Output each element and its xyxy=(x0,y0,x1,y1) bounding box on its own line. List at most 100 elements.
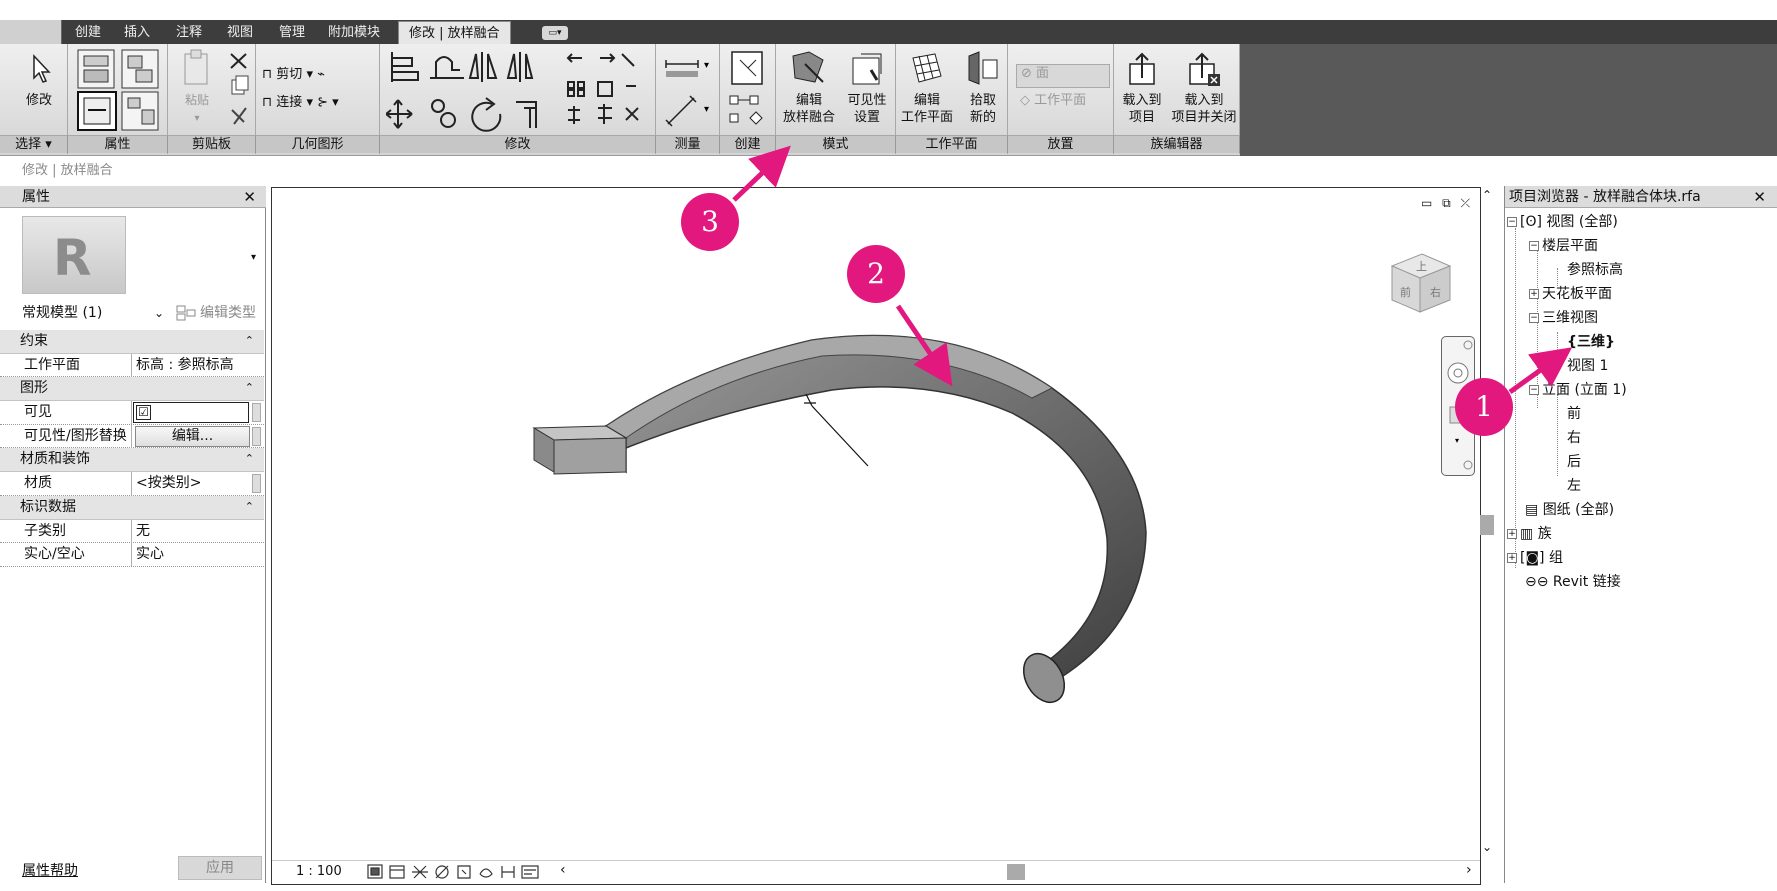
view-window-controls[interactable]: ▭ ⧉ ⤫ xyxy=(1421,196,1473,211)
groups-icon: [◙] xyxy=(1520,550,1545,566)
paste-icon xyxy=(184,49,208,85)
tab-modify-sweep-blend[interactable]: 修改 | 放样融合 xyxy=(398,21,511,45)
create-icons[interactable] xyxy=(726,48,770,132)
scroll-left-icon[interactable]: ‹ xyxy=(560,862,566,878)
project-browser-title: 项目浏览器 - 放样融合体块.rfa xyxy=(1509,189,1701,205)
property-value[interactable]: <按类别> xyxy=(133,472,251,495)
section-graphics[interactable]: 图形 ⌃ xyxy=(0,377,264,402)
properties-icons[interactable] xyxy=(76,48,162,132)
collapse-icon[interactable]: ⌃ xyxy=(245,377,254,399)
scroll-up-icon[interactable]: ⌃ xyxy=(1482,188,1492,202)
callout-2: 2 xyxy=(847,245,905,303)
measure-icons[interactable]: ▾ ▾ xyxy=(662,52,718,132)
tab-create[interactable]: 创建 xyxy=(75,24,101,44)
visible-checkbox[interactable]: ☑ xyxy=(136,405,151,421)
scrollbar[interactable] xyxy=(252,403,261,423)
ribbon-empty-area xyxy=(1240,44,1777,156)
tab-manage[interactable]: 管理 xyxy=(279,24,305,44)
collapse-icon[interactable]: − xyxy=(1529,313,1539,323)
chevron-down-icon[interactable]: ▾ xyxy=(251,252,256,263)
expand-icon[interactable]: + xyxy=(1529,289,1539,299)
pick-new-workplane-button[interactable]: 拾取 新的 xyxy=(960,50,1006,126)
scroll-down-icon[interactable]: ⌄ xyxy=(1482,840,1492,854)
modify-label: 修改 xyxy=(25,93,52,108)
edit-sweep-blend-button[interactable]: 编辑 放样融合 xyxy=(780,50,838,126)
section-materials[interactable]: 材质和装饰 ⌃ xyxy=(0,448,264,473)
scroll-right-icon[interactable]: › xyxy=(1466,862,1472,878)
callout-1: 1 xyxy=(1455,378,1513,436)
modify-tools-icons[interactable] xyxy=(386,48,652,134)
join-geometry-button[interactable]: ⊓ 连接 ▾ ⊱ ▾ xyxy=(262,94,339,112)
application-menu-button[interactable] xyxy=(0,20,62,44)
collapse-icon[interactable]: − xyxy=(1507,217,1517,227)
view-scale[interactable]: 1 : 100 xyxy=(296,864,342,879)
load-and-close-button[interactable]: 载入到 项目并关闭 xyxy=(1170,50,1238,126)
collapse-icon[interactable]: ⌃ xyxy=(245,448,254,470)
viewcube[interactable]: 上 前 右 xyxy=(1382,244,1458,320)
viewcube-top-label[interactable]: 上 xyxy=(1416,260,1427,273)
type-selector[interactable]: 常规模型 (1) xyxy=(16,301,166,325)
property-value[interactable]: 实心 xyxy=(133,543,251,566)
select-panel-title[interactable]: 选择 ▾ xyxy=(0,135,68,153)
tree-view-1[interactable]: 视图 1 xyxy=(1567,356,1608,376)
tab-addins[interactable]: 附加模块 xyxy=(328,24,380,44)
tree-3d-views[interactable]: − 三维视图 xyxy=(1529,308,1598,328)
apply-button[interactable]: 应用 xyxy=(178,856,262,880)
create-panel-title: 创建 xyxy=(720,135,776,153)
scrollbar[interactable] xyxy=(252,474,261,494)
place-on-workplane-button[interactable]: ◇ 工作平面 xyxy=(1016,92,1110,110)
property-value[interactable]: 标高 : 参照标高 xyxy=(133,354,251,377)
modify-button[interactable]: 修改 xyxy=(14,52,64,109)
section-identity-data[interactable]: 标识数据 ⌃ xyxy=(0,495,264,520)
viewcube-front-label[interactable]: 前 xyxy=(1400,285,1411,299)
tree-elevations[interactable]: − 立面 (立面 1) xyxy=(1529,380,1627,400)
viewcube-right-label[interactable]: 右 xyxy=(1430,285,1441,299)
tree-views-all[interactable]: − [ʘ] 视图 (全部) xyxy=(1507,212,1618,232)
vertical-scrollbar-thumb[interactable] xyxy=(1480,515,1494,535)
cut-geometry-button[interactable]: ⊓ 剪切 ▾ ⌁ xyxy=(262,66,325,84)
tab-view[interactable]: 视图 xyxy=(227,24,253,44)
place-on-face-button[interactable]: ⊘ 面 xyxy=(1016,64,1110,88)
collapse-icon[interactable]: ⌃ xyxy=(245,330,254,352)
close-icon[interactable]: ✕ xyxy=(1753,186,1766,208)
tree-ref-level[interactable]: 参照标高 xyxy=(1567,260,1623,280)
properties-help-link[interactable]: 属性帮助 xyxy=(22,860,78,880)
edit-type-icon xyxy=(176,305,196,321)
tree-revit-links[interactable]: ⊖⊖ Revit 链接 xyxy=(1525,572,1621,592)
tree-ceiling-plans[interactable]: + 天花板平面 xyxy=(1529,284,1612,304)
collapse-icon[interactable]: − xyxy=(1529,241,1539,251)
property-key: 子类别 xyxy=(22,519,132,543)
tree-elev-front[interactable]: 前 xyxy=(1567,404,1581,424)
tab-annotate[interactable]: 注释 xyxy=(176,24,202,44)
chevron-down-icon[interactable]: ⌄ xyxy=(154,301,164,325)
section-constraints[interactable]: 约束 ⌃ xyxy=(0,330,264,354)
horizontal-scrollbar-thumb[interactable] xyxy=(1007,864,1025,880)
tree-elev-back[interactable]: 后 xyxy=(1567,452,1581,472)
scrollbar[interactable] xyxy=(252,426,261,446)
tree-elev-left[interactable]: 左 xyxy=(1567,476,1581,496)
edit-type-button[interactable]: 编辑类型 xyxy=(172,301,264,325)
property-row: 工作平面 标高 : 参照标高 xyxy=(0,353,264,378)
tree-3d-default-view[interactable]: {三维} xyxy=(1567,332,1615,352)
tree-families[interactable]: + ▥ 族 xyxy=(1507,524,1552,544)
edit-workplane-button[interactable]: 编辑 工作平面 xyxy=(898,50,956,126)
close-icon[interactable]: ✕ xyxy=(243,186,256,208)
view-control-icons[interactable] xyxy=(366,862,556,882)
pointer-arrow-icon xyxy=(33,54,51,83)
tab-insert[interactable]: 插入 xyxy=(124,24,150,44)
contextual-tab-dropdown-icon[interactable]: ▭▾ xyxy=(542,26,568,40)
expand-icon[interactable]: + xyxy=(1507,553,1517,563)
tree-sheets[interactable]: ▤ 图纸 (全部) xyxy=(1525,500,1614,520)
tree-groups[interactable]: + [◙] 组 xyxy=(1507,548,1563,568)
paste-button[interactable]: 粘贴 ▾ xyxy=(176,48,218,127)
tree-elev-right[interactable]: 右 xyxy=(1567,428,1581,448)
collapse-icon[interactable]: − xyxy=(1529,385,1539,395)
visibility-settings-button[interactable]: 可见性 设置 xyxy=(842,50,892,126)
expand-icon[interactable]: + xyxy=(1507,529,1517,539)
cut-copy-match-icons[interactable] xyxy=(226,50,252,130)
load-into-project-button[interactable]: 载入到 项目 xyxy=(1116,50,1168,126)
tree-floor-plans[interactable]: − 楼层平面 xyxy=(1529,236,1598,256)
property-value[interactable]: 无 xyxy=(133,520,251,543)
collapse-icon[interactable]: ⌃ xyxy=(245,496,254,518)
visibility-graphics-edit-button[interactable]: 编辑... xyxy=(135,425,250,447)
